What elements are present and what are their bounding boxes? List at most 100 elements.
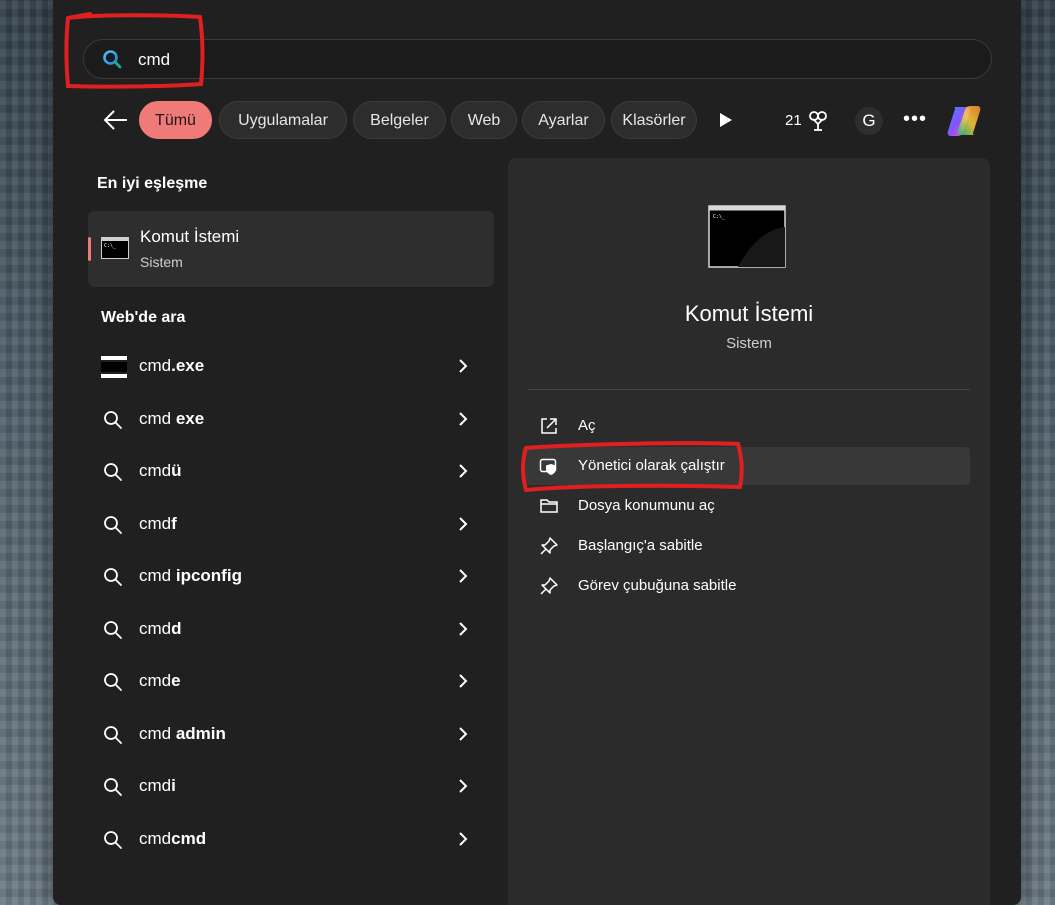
filter-bar: Tümü Uygulamalar Belgeler Web Ayarlar Kl… — [93, 101, 1003, 141]
rewards-trophy-icon — [808, 111, 827, 131]
web-suggestion-item[interactable]: cmdf — [87, 500, 493, 548]
suggestion-completion-part: f — [171, 513, 177, 533]
web-suggestion-item[interactable]: cmde — [87, 657, 493, 705]
suggestion-query-part: cmd — [139, 618, 172, 638]
preview-subtitle: Sistem — [726, 335, 772, 352]
action-run-as-admin[interactable]: Yönetici olarak çalıştır — [522, 447, 970, 485]
web-suggestion-text: cmd admin — [139, 724, 226, 744]
tab-web[interactable]: Web — [451, 101, 517, 139]
account-avatar[interactable]: G — [855, 107, 883, 135]
start-search-panel: Tümü Uygulamalar Belgeler Web Ayarlar Kl… — [53, 0, 1021, 905]
action-pin-to-taskbar-label: Görev çubuğuna sabitle — [578, 577, 737, 594]
suggestion-completion-part: i — [171, 776, 176, 795]
suggestion-query-part: cmd — [139, 671, 172, 690]
search-icon — [103, 50, 122, 69]
action-run-as-admin-label: Yönetici olarak çalıştır — [578, 457, 725, 474]
action-pin-to-start-label: Başlangıç'a sabitle — [578, 537, 703, 554]
chevron-right-icon[interactable] — [457, 515, 469, 533]
action-open[interactable]: Aç — [522, 407, 970, 445]
chevron-right-icon[interactable] — [457, 620, 469, 638]
action-pin-to-taskbar[interactable]: Görev çubuğuna sabitle — [522, 567, 970, 605]
suggestion-completion-part: cmd — [171, 828, 207, 848]
web-suggestion-item[interactable]: cmd.exe — [87, 342, 493, 390]
search-icon — [104, 778, 122, 796]
suggestion-query-part: cmd — [139, 776, 172, 795]
web-search-heading: Web'de ara — [101, 309, 186, 326]
action-open-file-location[interactable]: Dosya konumunu aç — [522, 487, 970, 525]
web-suggestion-item[interactable]: cmd admin — [87, 710, 493, 758]
web-suggestion-text: cmdcmd — [139, 829, 206, 849]
rewards-points[interactable]: 21 — [785, 109, 828, 133]
svg-text:C:\_: C:\_ — [713, 214, 726, 220]
web-suggestion-text: cmdd — [139, 619, 182, 639]
search-input[interactable] — [136, 46, 960, 74]
chevron-right-icon[interactable] — [457, 410, 469, 428]
search-icon — [104, 515, 122, 534]
search-icon — [104, 830, 122, 849]
tab-apps[interactable]: Uygulamalar — [219, 101, 347, 139]
back-arrow-icon[interactable] — [101, 107, 131, 133]
shield-admin-icon — [539, 458, 557, 475]
suggestion-completion-part: ipconfig — [171, 566, 242, 585]
preview-pane: C:\_ Komut İstemi Sistem Aç Yönetici ola… — [508, 158, 990, 905]
folder-icon — [540, 499, 558, 513]
action-open-file-location-label: Dosya konumunu aç — [578, 497, 715, 514]
chevron-right-icon[interactable] — [457, 357, 469, 375]
web-suggestion-text: cmd.exe — [139, 356, 204, 376]
suggestion-completion-part: admin — [171, 723, 226, 743]
suggestion-completion-part: e — [171, 671, 181, 690]
web-suggestion-text: cmdf — [139, 514, 177, 534]
preview-divider — [528, 389, 970, 390]
action-pin-to-start[interactable]: Başlangıç'a sabitle — [522, 527, 970, 565]
web-suggestion-item[interactable]: cmdcmd — [87, 815, 493, 863]
chevron-right-icon[interactable] — [457, 725, 469, 743]
suggestion-query-part: cmd — [139, 723, 172, 743]
more-options-button[interactable]: ••• — [903, 105, 927, 133]
web-suggestion-text: cmdi — [139, 776, 176, 796]
suggestion-query-part: cmd — [139, 828, 172, 848]
web-suggestion-item[interactable]: cmd exe — [87, 395, 493, 443]
svg-text:C:\_: C:\_ — [104, 243, 117, 249]
suggestion-query-part: cmd — [139, 566, 172, 585]
open-external-icon — [541, 418, 557, 434]
tab-folders[interactable]: Klasörler — [611, 101, 697, 139]
best-match-title: Komut İstemi — [140, 227, 240, 246]
web-suggestion-item[interactable]: cmdi — [87, 762, 493, 810]
terminal-preview-icon: C:\_ — [708, 205, 786, 268]
best-match-item[interactable]: C:\_ Komut İstemi Sistem — [88, 211, 494, 287]
suggestion-query-part: cmd — [139, 461, 172, 480]
pin-icon — [540, 537, 558, 555]
action-open-label: Aç — [578, 417, 596, 434]
tab-settings[interactable]: Ayarlar — [522, 101, 605, 139]
tab-documents[interactable]: Belgeler — [353, 101, 446, 139]
suggestion-completion-part: .exe — [171, 356, 205, 375]
search-icon — [104, 725, 122, 744]
chevron-right-icon[interactable] — [457, 462, 469, 480]
search-icon — [104, 410, 122, 429]
web-suggestion-text: cmdü — [139, 461, 182, 481]
selection-accent — [88, 237, 91, 261]
best-match-heading: En iyi eşleşme — [97, 175, 208, 192]
pin-icon — [540, 577, 558, 595]
rewards-count: 21 — [785, 112, 802, 129]
web-suggestion-item[interactable]: cmdd — [87, 605, 493, 653]
terminal-icon: C:\_ — [101, 237, 129, 259]
web-suggestion-text: cmd exe — [139, 409, 204, 429]
search-icon — [104, 620, 122, 639]
web-suggestion-item[interactable]: cmd ipconfig — [87, 552, 493, 600]
chevron-right-icon[interactable] — [457, 567, 469, 585]
tab-all[interactable]: Tümü — [139, 101, 212, 139]
web-suggestion-item[interactable]: cmdü — [87, 447, 493, 495]
play-more-tabs-icon[interactable] — [719, 112, 733, 128]
chevron-right-icon[interactable] — [457, 777, 469, 795]
chevron-right-icon[interactable] — [457, 672, 469, 690]
web-suggestion-text: cmd ipconfig — [139, 566, 242, 586]
suggestion-completion-part: exe — [171, 408, 205, 428]
web-suggestion-text: cmde — [139, 671, 181, 691]
suggestion-completion-part: ü — [171, 461, 182, 480]
suggestion-query-part: cmd — [139, 513, 172, 533]
best-match-subtitle: Sistem — [140, 254, 183, 270]
search-box[interactable] — [83, 39, 992, 79]
copilot-icon[interactable] — [945, 103, 983, 139]
chevron-right-icon[interactable] — [457, 830, 469, 848]
